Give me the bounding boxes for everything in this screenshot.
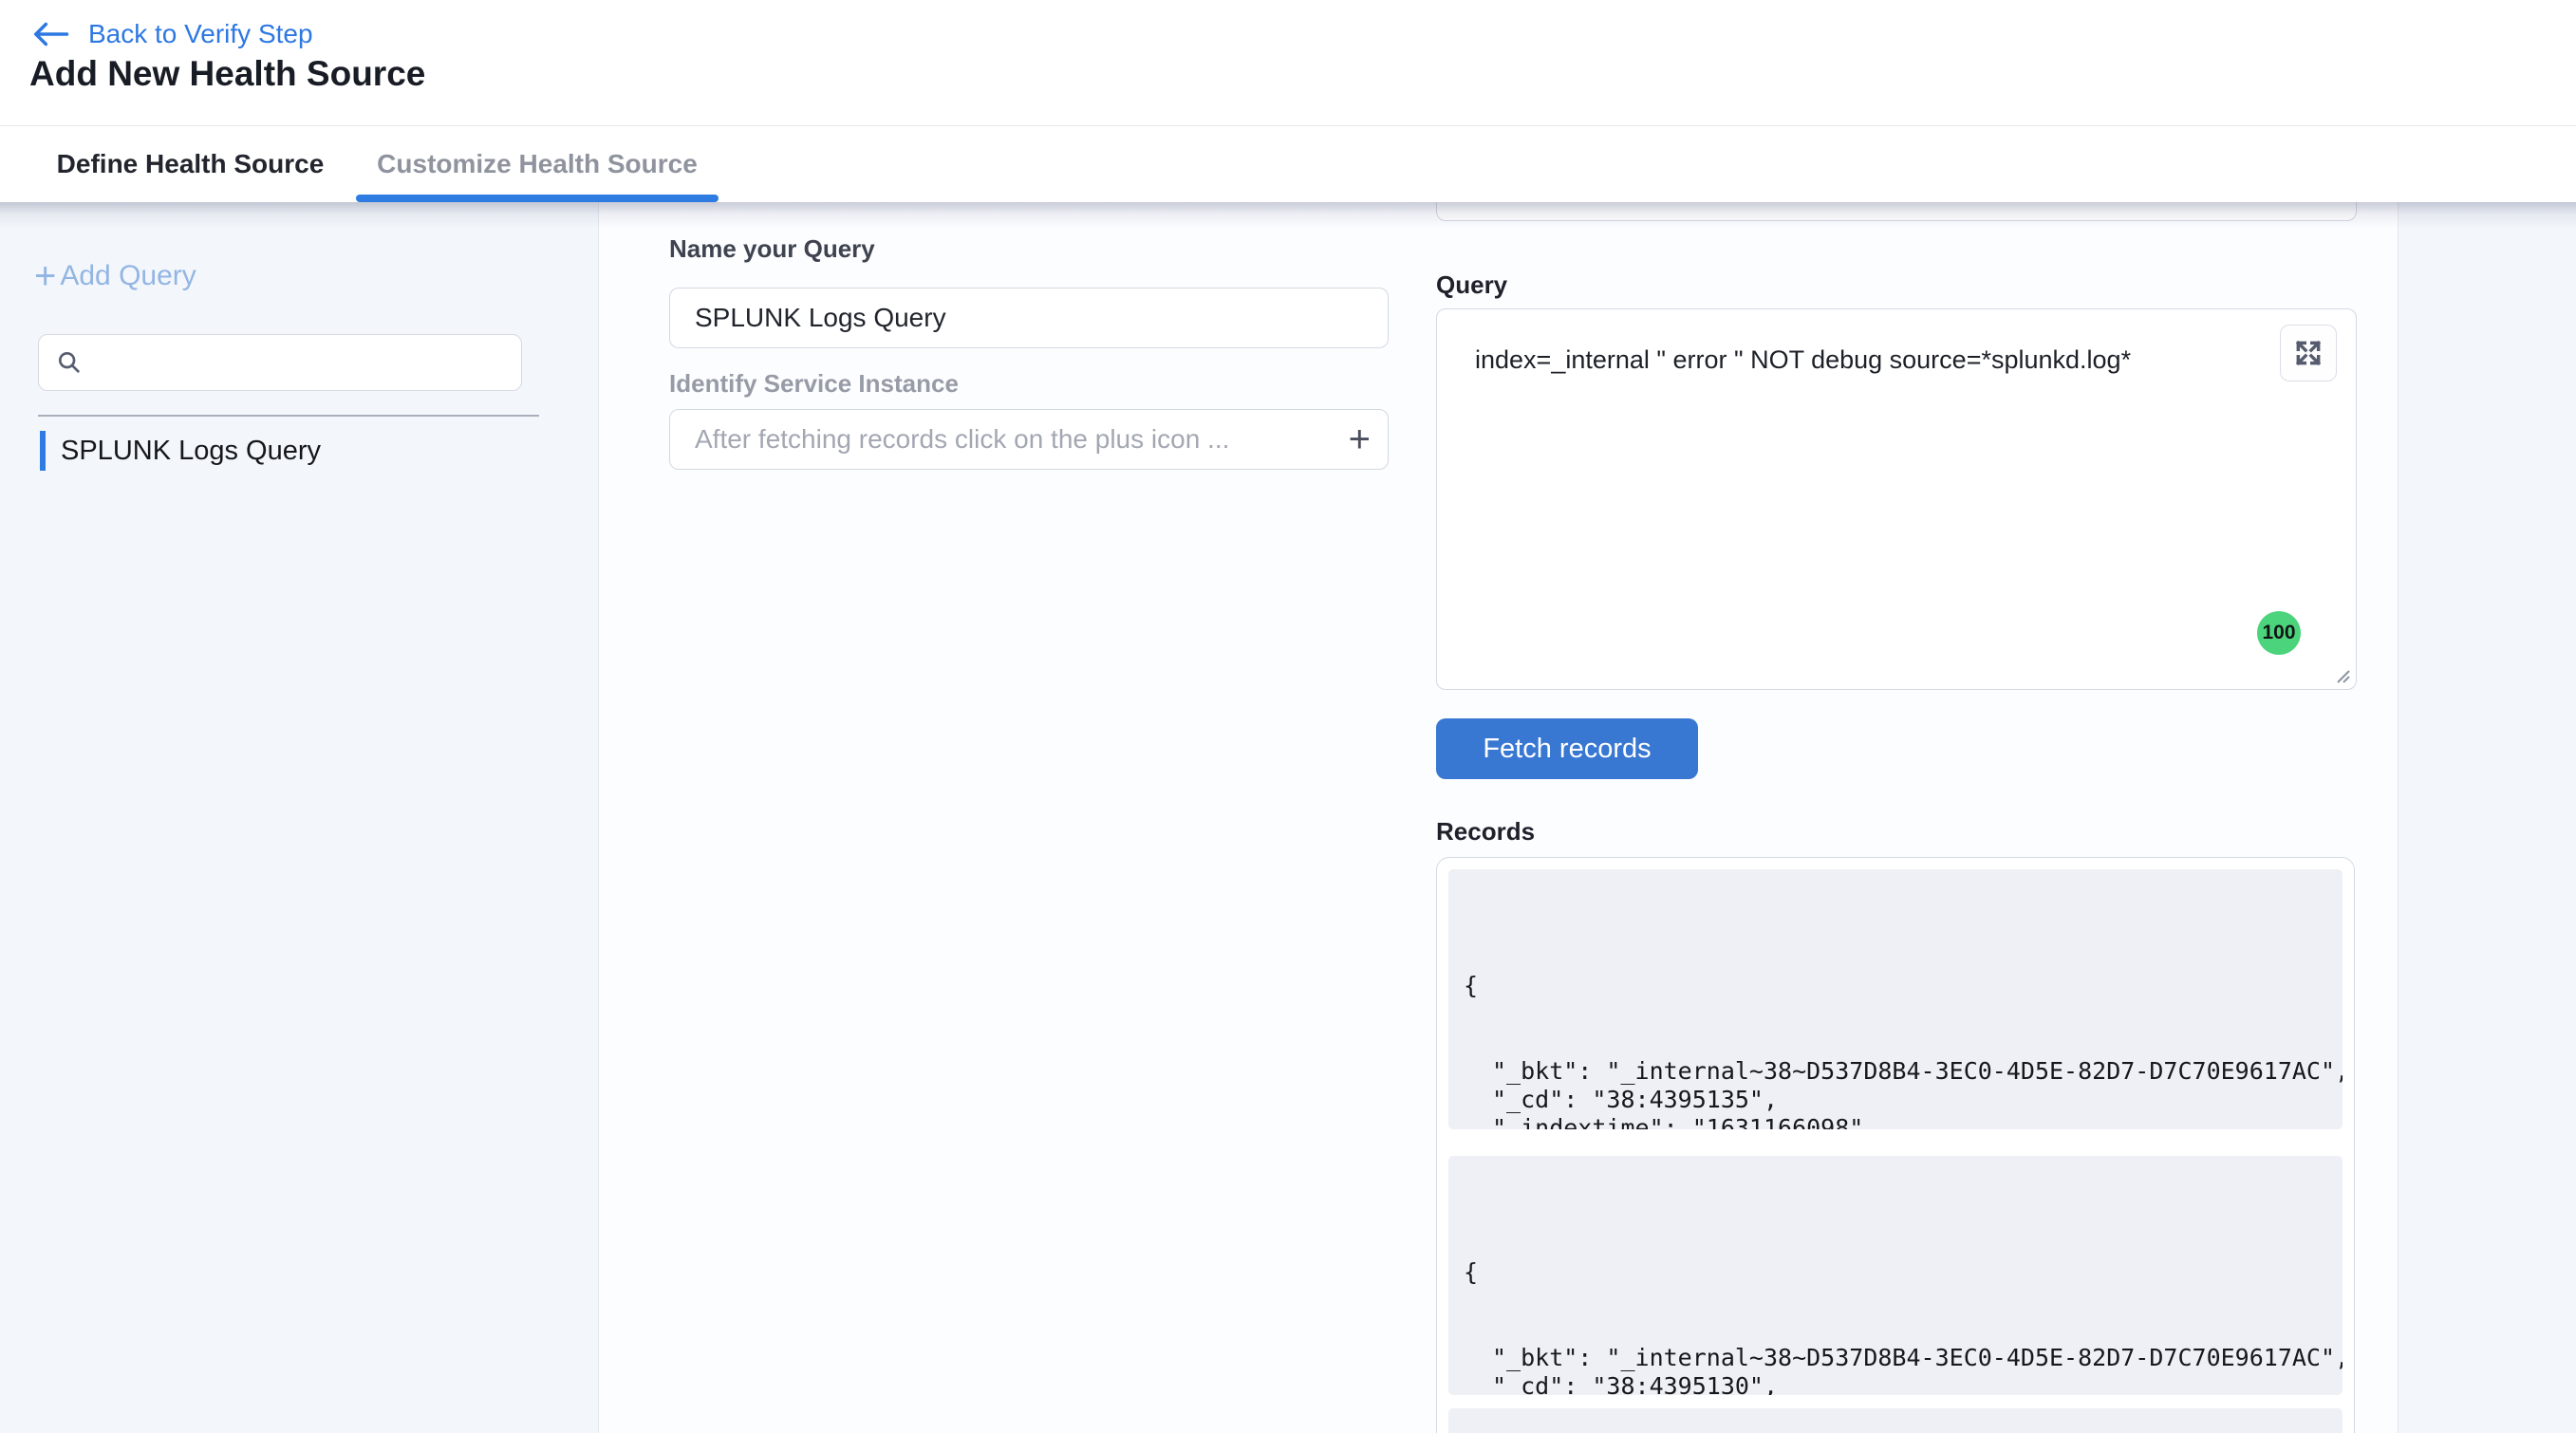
add-service-instance-plus-icon[interactable]: +: [1349, 416, 1371, 463]
back-to-verify-step-link[interactable]: Back to Verify Step: [31, 19, 313, 49]
record-card: { "_bkt": "_internal~38~D537D8B4-3EC0-4D…: [1448, 1156, 2343, 1395]
search-input[interactable]: [94, 335, 521, 390]
service-instance-input[interactable]: [670, 410, 1388, 469]
tab-customize-health-source[interactable]: Customize Health Source: [356, 126, 719, 202]
back-link-label: Back to Verify Step: [88, 19, 313, 49]
page-header: Back to Verify Step Add New Health Sourc…: [0, 0, 2576, 126]
query-item-label: SPLUNK Logs Query: [61, 436, 321, 467]
selected-indicator-bar: [40, 431, 46, 471]
content-area: + Add Query SPLUNK Logs Query Name your …: [0, 202, 2576, 1433]
add-query-label: Add Query: [60, 260, 196, 292]
record-card-partial: [1448, 1408, 2343, 1433]
textarea-resize-handle[interactable]: [2330, 663, 2353, 686]
query-search-box: [38, 334, 522, 391]
record-field-line: "_cd": "38:4395130",: [1448, 1372, 2343, 1395]
search-icon: [56, 349, 83, 376]
record-json: { "_bkt": "_internal~38~D537D8B4-3EC0-4D…: [1448, 869, 2343, 1129]
query-editor[interactable]: index=_internal " error " NOT debug sour…: [1436, 308, 2357, 690]
record-field-line: "_indextime": "1631166098",: [1448, 1114, 2343, 1129]
scrolled-offscreen-input[interactable]: [1436, 202, 2357, 221]
page-title: Add New Health Source: [29, 54, 425, 94]
records-label: Records: [1436, 817, 1535, 847]
query-label: Query: [1436, 270, 1507, 300]
right-gutter-panel: [2398, 202, 2576, 1433]
query-list-item-selected[interactable]: SPLUNK Logs Query: [40, 431, 321, 471]
query-name-field-wrap: [669, 288, 1389, 348]
record-card: { "_bkt": "_internal~38~D537D8B4-3EC0-4D…: [1448, 869, 2343, 1129]
query-name-input[interactable]: [670, 288, 1388, 347]
active-tab-underline: [356, 195, 719, 202]
record-count-badge: 100: [2257, 611, 2301, 655]
service-instance-field-wrap: +: [669, 409, 1389, 470]
fetch-records-button[interactable]: Fetch records: [1436, 718, 1698, 779]
arrow-left-icon: [31, 21, 69, 47]
name-query-label: Name your Query: [669, 234, 875, 264]
tab-bar: Define Health Source Customize Health So…: [0, 126, 2576, 202]
plus-icon: +: [34, 257, 56, 295]
records-panel: { "_bkt": "_internal~38~D537D8B4-3EC0-4D…: [1436, 857, 2355, 1433]
tab-define-health-source[interactable]: Define Health Source: [55, 126, 326, 202]
record-open-brace: {: [1448, 972, 2343, 1000]
record-field-line: "_bkt": "_internal~38~D537D8B4-3EC0-4D5E…: [1448, 1057, 2343, 1086]
expand-query-button[interactable]: [2280, 325, 2337, 382]
query-text: index=_internal " error " NOT debug sour…: [1475, 345, 2131, 375]
add-query-button[interactable]: + Add Query: [34, 257, 196, 295]
expand-icon: [2293, 338, 2324, 368]
record-json: { "_bkt": "_internal~38~D537D8B4-3EC0-4D…: [1448, 1156, 2343, 1395]
record-open-brace: {: [1448, 1258, 2343, 1287]
identify-service-instance-label: Identify Service Instance: [669, 369, 959, 399]
record-field-line: "_cd": "38:4395135",: [1448, 1086, 2343, 1114]
record-field-line: "_bkt": "_internal~38~D537D8B4-3EC0-4D5E…: [1448, 1344, 2343, 1372]
query-sidebar: + Add Query SPLUNK Logs Query: [0, 202, 599, 1433]
sidebar-divider: [38, 415, 539, 417]
